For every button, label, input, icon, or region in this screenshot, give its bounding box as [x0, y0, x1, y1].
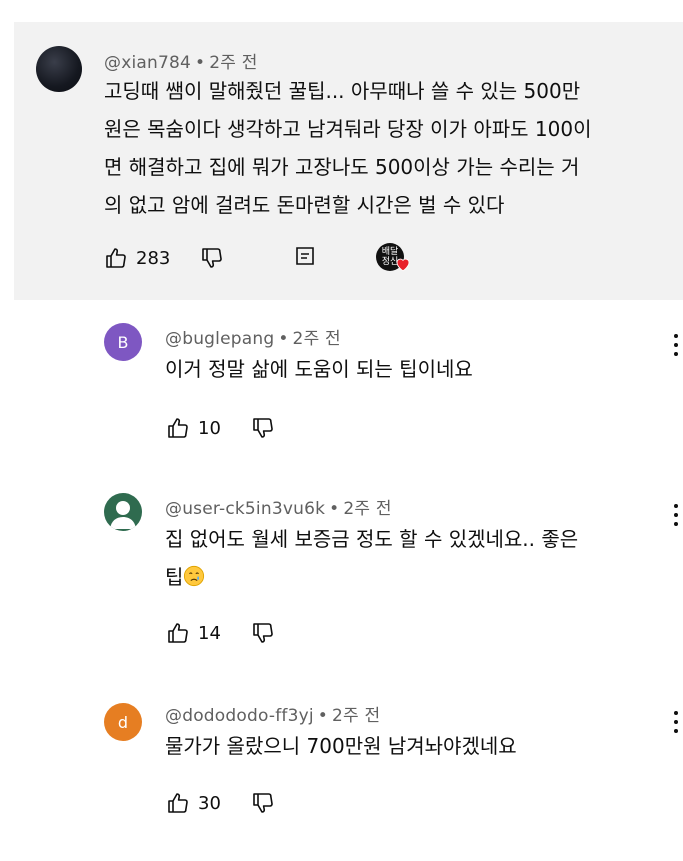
like-count: 30: [198, 792, 221, 814]
like-count: 14: [198, 622, 221, 644]
creator-heart: 배달 정신: [376, 243, 414, 275]
comment-text: 물가가 올랐으니 700만원 남겨놔야겠네요: [165, 727, 655, 765]
top-strip: [0, 0, 683, 22]
dislike-icon[interactable]: [200, 246, 224, 270]
comment-line: 집 없어도 월세 보증금 정도 할 수 있겠네요.. 좋은: [165, 527, 579, 551]
like-count: 10: [198, 417, 221, 439]
comment-author-line: @xian784 • 2주 전: [104, 48, 258, 73]
comment-line: 팁: [165, 565, 184, 589]
separator-dot: •: [195, 53, 206, 73]
comment-time: 2주 전: [209, 53, 258, 73]
comment-actions: 10: [166, 413, 275, 443]
avatar[interactable]: [104, 493, 142, 531]
comment-line: 이거 정말 삶에 도움이 되는 팁이네요: [165, 357, 473, 381]
comment-actions: 14: [166, 618, 275, 648]
like-icon[interactable]: [166, 621, 190, 645]
separator-dot: •: [329, 499, 340, 519]
comment-actions: 30: [166, 788, 275, 818]
like-icon[interactable]: [166, 791, 190, 815]
like-icon[interactable]: [104, 246, 128, 270]
author-handle[interactable]: @buglepang: [165, 329, 274, 349]
avatar[interactable]: [36, 46, 82, 92]
default-user-icon: [110, 501, 136, 529]
comment-line: 면 해결하고 집에 뭐가 고장나도 500이상 가는 수리는 거: [104, 155, 580, 179]
comment-time: 2주 전: [292, 329, 341, 349]
comment-text: 고딩때 쌤이 말해줬던 꿀팁... 아무때나 쓸 수 있는 500만 원은 목숨…: [104, 72, 674, 224]
separator-dot: •: [278, 329, 289, 349]
author-handle[interactable]: @user-ck5in3vu6k: [165, 499, 325, 519]
separator-dot: •: [317, 706, 329, 726]
heart-icon: [396, 258, 410, 272]
comment-time: 2주 전: [332, 706, 381, 726]
avatar[interactable]: d: [104, 703, 142, 741]
more-vert-icon[interactable]: [668, 501, 683, 529]
comment-line: 물가가 올랐으니 700만원 남겨놔야겠네요: [165, 734, 517, 758]
comment-line-with-emoji: 팁: [165, 558, 660, 596]
dislike-icon[interactable]: [251, 416, 275, 440]
more-vert-icon[interactable]: [668, 708, 683, 736]
author-handle[interactable]: @xian784: [104, 53, 191, 73]
comment-author-line: @dodododo-ff3yj • 2주 전: [165, 701, 380, 726]
comment-time: 2주 전: [343, 499, 392, 519]
comment-actions: 283: [104, 243, 224, 273]
dislike-icon[interactable]: [251, 791, 275, 815]
dislike-icon[interactable]: [251, 621, 275, 645]
author-handle[interactable]: @dodododo-ff3yj: [165, 706, 314, 726]
like-count: 283: [136, 247, 171, 269]
comment-line: 원은 목숨이다 생각하고 남겨둬라 당장 이가 아파도 100이: [104, 117, 592, 141]
like-icon[interactable]: [166, 416, 190, 440]
crying-emoji: [184, 565, 205, 587]
comment-line: 의 없고 암에 걸려도 돈마련할 시간은 벌 수 있다: [104, 193, 505, 217]
avatar[interactable]: B: [104, 323, 142, 361]
more-vert-icon[interactable]: [668, 331, 683, 359]
reply-icon[interactable]: [294, 246, 316, 268]
comment-text: 이거 정말 삶에 도움이 되는 팁이네요: [165, 350, 655, 388]
comment-line: 고딩때 쌤이 말해줬던 꿀팁... 아무때나 쓸 수 있는 500만: [104, 79, 581, 103]
comment-author-line: @buglepang • 2주 전: [165, 324, 341, 349]
comment-author-line: @user-ck5in3vu6k • 2주 전: [165, 494, 392, 519]
comment-text: 집 없어도 월세 보증금 정도 할 수 있겠네요.. 좋은 팁: [165, 520, 660, 596]
